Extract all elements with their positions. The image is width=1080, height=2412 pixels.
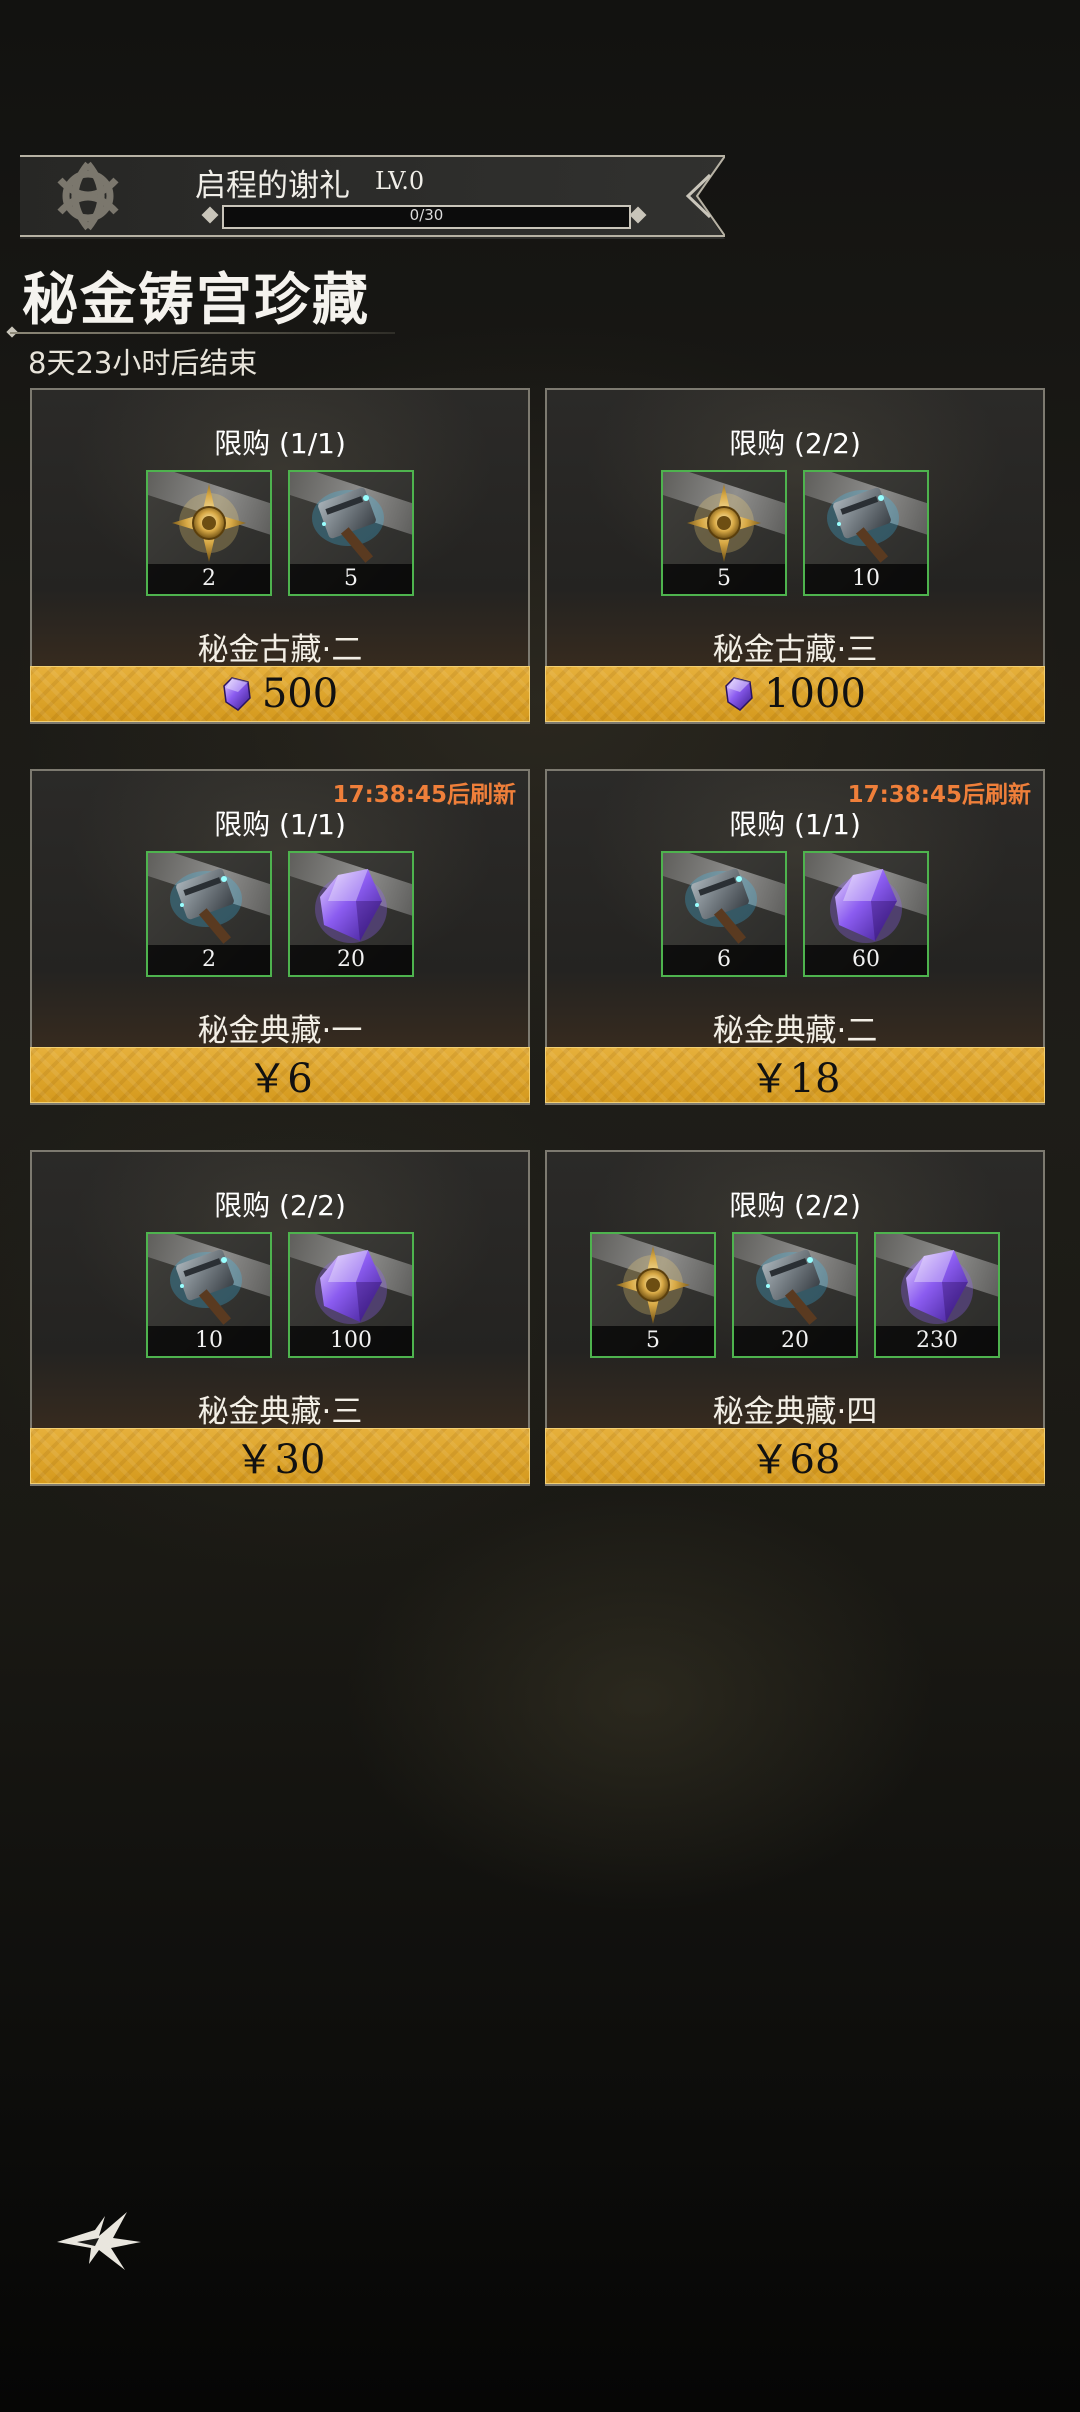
purchase-limit: 限购 (1/1) <box>729 808 861 841</box>
reward-items: 5 10 <box>547 470 1043 596</box>
reward-item[interactable]: 5 <box>661 470 787 596</box>
buy-button[interactable]: ￥30 <box>30 1428 530 1484</box>
gem-icon <box>725 677 753 711</box>
item-count: 20 <box>734 1326 856 1356</box>
reward-item[interactable]: 20 <box>732 1232 858 1358</box>
buy-button[interactable]: ￥6 <box>30 1047 530 1103</box>
banner-level: LV.0 <box>375 167 425 195</box>
reward-items: 5 20 230 <box>547 1232 1043 1358</box>
purchase-limit: 限购 (1/1) <box>214 808 346 841</box>
reward-item[interactable]: 5 <box>288 470 414 596</box>
reward-items: 2 5 <box>32 470 528 596</box>
knot-emblem-icon <box>57 161 119 231</box>
purchase-limit: 限购 (2/2) <box>214 1189 346 1222</box>
item-count: 20 <box>290 945 412 975</box>
item-count: 6 <box>663 945 785 975</box>
purchase-limit: 限购 (2/2) <box>729 1189 861 1222</box>
level-progress-bar: 0/30 <box>222 205 631 229</box>
offer-name: 秘金典藏·三 <box>197 1394 363 1430</box>
item-count: 230 <box>876 1326 998 1356</box>
item-count: 5 <box>663 564 785 594</box>
game-logo-icon[interactable] <box>55 2208 145 2274</box>
buy-button[interactable]: 1000 <box>545 666 1045 722</box>
reward-item[interactable]: 5 <box>590 1232 716 1358</box>
offer-name: 秘金典藏·二 <box>712 1013 878 1049</box>
item-count: 10 <box>148 1326 270 1356</box>
item-count: 2 <box>148 564 270 594</box>
gem-icon <box>223 677 251 711</box>
progress-text: 0/30 <box>409 206 444 224</box>
item-count: 5 <box>592 1326 714 1356</box>
page-title: 秘金铸宫珍藏 <box>22 268 370 333</box>
item-count: 60 <box>805 945 927 975</box>
offer-name: 秘金典藏·一 <box>197 1013 363 1049</box>
event-countdown: 8天23小时后结束 <box>28 346 258 380</box>
price-label: 500 <box>261 671 339 717</box>
reward-item[interactable]: 2 <box>146 470 272 596</box>
offer-name: 秘金典藏·四 <box>712 1394 878 1430</box>
price-label: ￥68 <box>749 1437 841 1483</box>
title-divider <box>10 332 395 334</box>
reward-item[interactable]: 10 <box>146 1232 272 1358</box>
purchase-limit: 限购 (2/2) <box>729 427 861 460</box>
item-count: 100 <box>290 1326 412 1356</box>
price-label: ￥30 <box>234 1437 326 1483</box>
item-count: 10 <box>805 564 927 594</box>
reward-item[interactable]: 100 <box>288 1232 414 1358</box>
reward-items: 10 100 <box>32 1232 528 1358</box>
reward-item[interactable]: 60 <box>803 851 929 977</box>
reward-item[interactable]: 230 <box>874 1232 1000 1358</box>
buy-button[interactable]: ￥18 <box>545 1047 1045 1103</box>
price-label: 1000 <box>764 671 866 717</box>
reward-item[interactable]: 2 <box>146 851 272 977</box>
banner-title: 启程的谢礼 <box>195 168 350 204</box>
offer-name: 秘金古藏·二 <box>197 632 363 668</box>
reward-item[interactable]: 20 <box>288 851 414 977</box>
price-label: ￥18 <box>749 1056 841 1102</box>
offer-name: 秘金古藏·三 <box>712 632 878 668</box>
reward-items: 6 60 <box>547 851 1043 977</box>
buy-button[interactable]: 500 <box>30 666 530 722</box>
reward-items: 2 20 <box>32 851 528 977</box>
item-count: 5 <box>290 564 412 594</box>
price-label: ￥6 <box>247 1056 313 1102</box>
buy-button[interactable]: ￥68 <box>545 1428 1045 1484</box>
reward-item[interactable]: 6 <box>661 851 787 977</box>
purchase-limit: 限购 (1/1) <box>214 427 346 460</box>
item-count: 2 <box>148 945 270 975</box>
reward-item[interactable]: 10 <box>803 470 929 596</box>
